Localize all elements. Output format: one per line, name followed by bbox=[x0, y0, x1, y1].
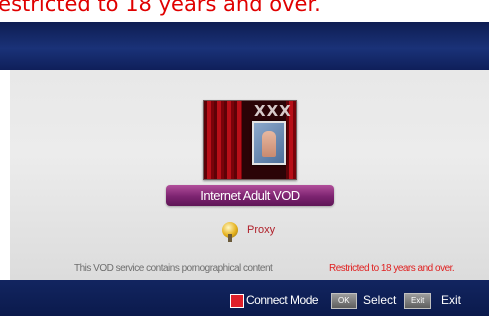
proxy-label[interactable]: Proxy bbox=[247, 224, 275, 236]
exit-label: Exit bbox=[441, 293, 462, 307]
thumbnail-text: XXX bbox=[254, 102, 292, 120]
content-panel: XXX Internet Adult VOD Proxy This VOD se… bbox=[10, 70, 489, 280]
header-bar bbox=[0, 22, 489, 70]
curtain-left bbox=[204, 101, 242, 179]
content-warning-text: This VOD service contains pornographical… bbox=[74, 263, 273, 274]
service-title-button[interactable]: Internet Adult VOD bbox=[166, 185, 334, 206]
service-thumbnail: XXX bbox=[203, 100, 297, 180]
caption-text: restricted to 18 years and over. bbox=[0, 0, 321, 16]
age-restriction-text: Restricted to 18 years and over. bbox=[329, 263, 455, 274]
photo-frame bbox=[252, 121, 286, 165]
red-key-icon[interactable] bbox=[230, 294, 244, 308]
select-label: Select bbox=[363, 293, 397, 307]
photo-figure bbox=[262, 131, 276, 157]
exit-key-icon[interactable]: Exit bbox=[404, 293, 432, 309]
caption-banner: restricted to 18 years and over. bbox=[0, 0, 489, 22]
globe-icon bbox=[222, 222, 238, 242]
ok-key-icon[interactable]: OK bbox=[331, 293, 357, 309]
connect-mode-label: Connect Mode bbox=[246, 293, 319, 307]
